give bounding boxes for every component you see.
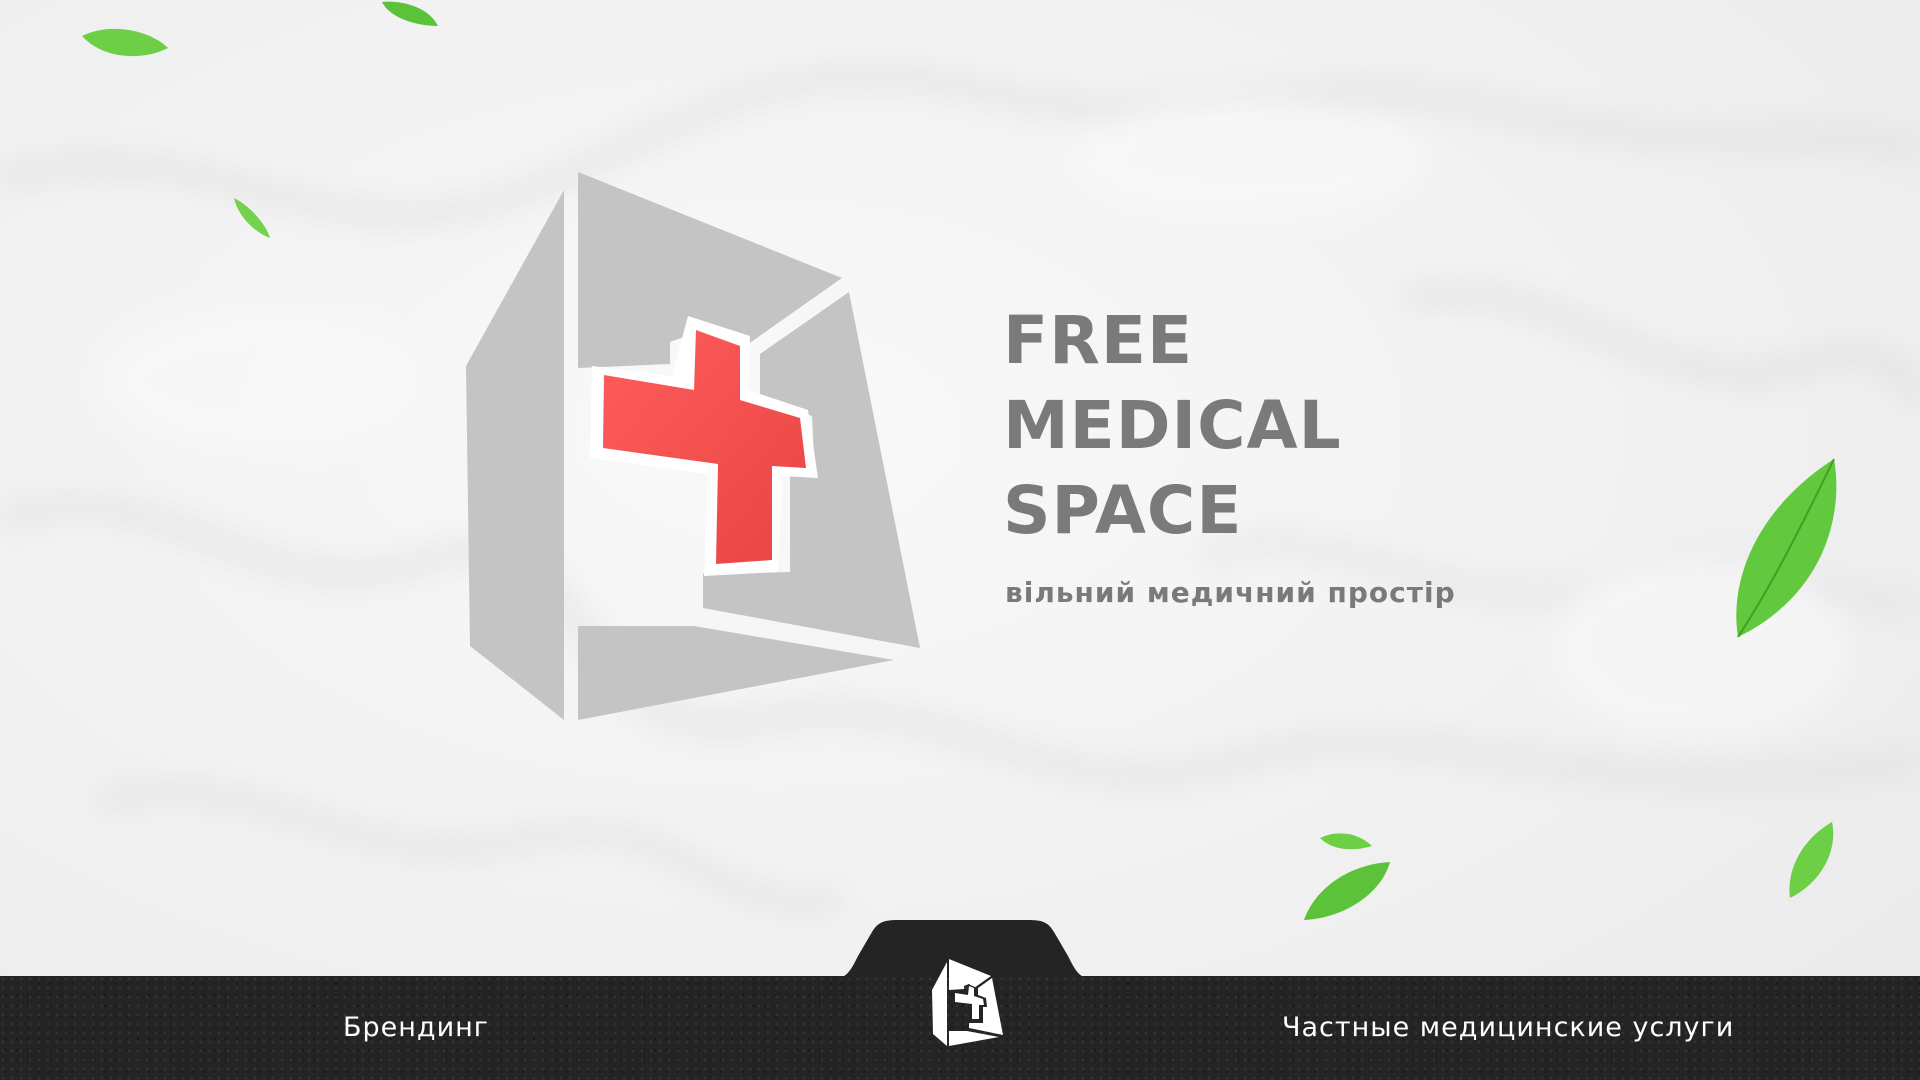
brand-title-line: MEDICAL (1003, 387, 1342, 464)
footer-category-label: Брендинг (343, 1012, 489, 1043)
leaf-icon (1736, 458, 1837, 638)
presentation-slide: FREE MEDICAL SPACE вільний медичний прос… (0, 0, 1920, 1080)
brand-title-line: SPACE (1003, 472, 1243, 549)
leaf-icon (1320, 833, 1372, 850)
leaf-icon (234, 198, 270, 238)
brand-title: FREE MEDICAL SPACE (1003, 298, 1523, 553)
medical-cross-box-logo-white (932, 959, 1003, 1046)
brand-title-line: FREE (1003, 302, 1194, 379)
leaf-icon (1789, 822, 1834, 898)
leaf-icon (382, 1, 438, 26)
footer-description-label: Частные медицинские услуги (1282, 1012, 1735, 1043)
leaf-icon (82, 28, 168, 57)
leaf-icon (1304, 862, 1390, 920)
medical-cross-box-logo (466, 172, 920, 720)
brand-subtitle: вільний медичний простір (1005, 576, 1456, 609)
